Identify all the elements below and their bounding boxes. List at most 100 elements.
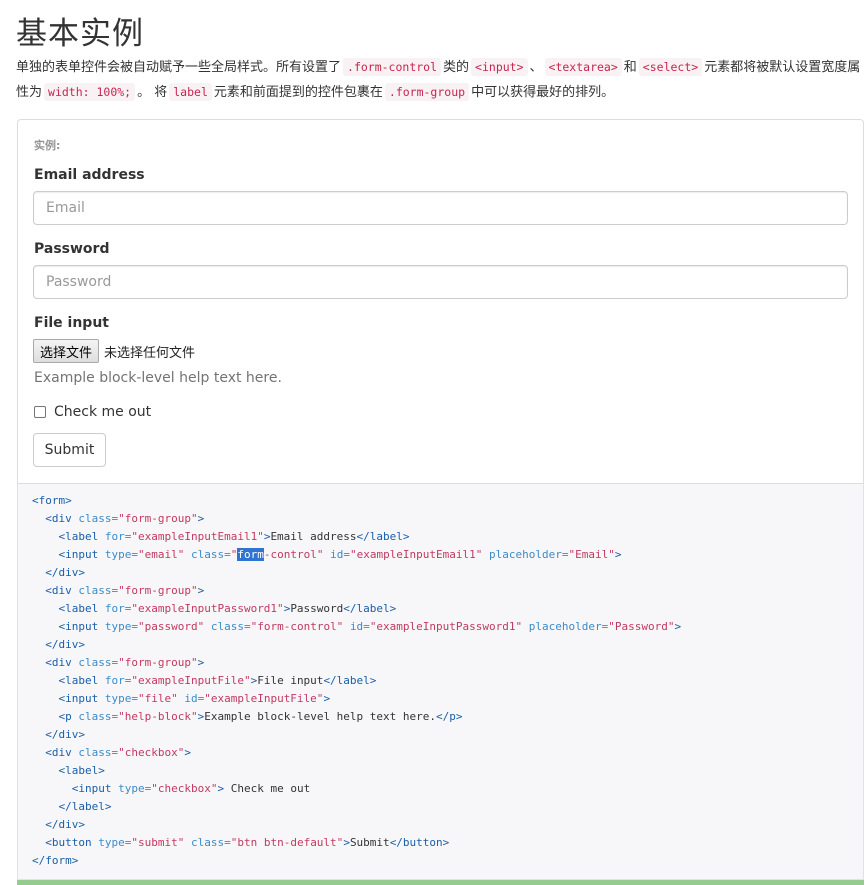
code-line: <label for="exampleInputFile">File input…: [32, 672, 681, 690]
code-token: >: [217, 782, 231, 795]
email-input[interactable]: [33, 191, 848, 225]
code-token: <input: [58, 620, 105, 633]
code-token: "email": [137, 548, 191, 561]
checkbox-row[interactable]: Check me out: [34, 404, 151, 420]
code-token: </label>: [58, 800, 112, 813]
code-token: <div: [45, 746, 79, 759]
code-token: "file": [137, 692, 185, 705]
code-line: </label>: [32, 798, 681, 816]
code-line: <label>: [32, 762, 681, 780]
selected-text: form: [237, 548, 264, 561]
inline-code: <select>: [638, 58, 703, 76]
code-token: -control": [263, 548, 331, 561]
code-token: </button>: [389, 836, 450, 849]
code-token: "form-control": [250, 620, 350, 633]
code-token: <label: [58, 602, 105, 615]
code-token: <label: [58, 530, 105, 543]
code-token: >: [197, 584, 205, 597]
code-token: "password": [137, 620, 211, 633]
code-token: >: [674, 620, 682, 633]
choose-file-button[interactable]: 选择文件: [33, 339, 100, 363]
code-token: File input: [257, 674, 324, 687]
code-token: <input: [58, 692, 105, 705]
code-token: "exampleInputPassword1": [131, 602, 284, 615]
code-token: for=: [104, 530, 132, 543]
code-token: <div: [45, 584, 79, 597]
code-token: </label>: [343, 602, 397, 615]
code-line: <input type="file" id="exampleInputFile"…: [32, 690, 681, 708]
code-line: <form>: [32, 492, 681, 510]
code-token: </div>: [45, 728, 85, 741]
code-token: "checkbox": [118, 746, 185, 759]
code-token: class=: [78, 584, 119, 597]
code-line: <input type="email" class="form-control"…: [32, 546, 681, 564]
code-token: class=: [190, 548, 231, 561]
code-token: type=: [104, 548, 138, 561]
code-token: <label: [58, 674, 105, 687]
code-token: class=: [190, 836, 231, 849]
file-status: 未选择任何文件: [104, 345, 196, 361]
code-token: "form-group": [118, 512, 198, 525]
email-label: Email address: [34, 167, 145, 183]
code-token: </form>: [32, 854, 79, 867]
code-token: type=: [98, 836, 132, 849]
code-token: "Password": [608, 620, 675, 633]
code-token: Example block-level help text here.: [204, 710, 437, 723]
code-line: <div class="form-group">: [32, 654, 681, 672]
code-token: id=: [330, 548, 350, 561]
code-token: "exampleInputEmail1": [349, 548, 490, 561]
code-token: class=: [78, 656, 119, 669]
code-token: for=: [104, 602, 132, 615]
code-token: "form-group": [118, 656, 198, 669]
inline-code: label: [169, 83, 212, 101]
code-token: id=: [184, 692, 205, 705]
inline-code: .form-group: [384, 83, 470, 101]
code-token: "exampleInputFile": [131, 674, 251, 687]
code-line: <div class="form-group">: [32, 510, 681, 528]
code-token: Email address: [270, 530, 357, 543]
code-line: <button type="submit" class="btn btn-def…: [32, 834, 681, 852]
file-input[interactable]: 选择文件 未选择任何文件: [33, 339, 195, 363]
intro-text: 。 将: [137, 85, 168, 100]
code-token: </div>: [45, 566, 85, 579]
submit-button[interactable]: Submit: [33, 433, 106, 467]
code-token: <div: [45, 512, 79, 525]
code-line: <input type="checkbox"> Check me out: [32, 780, 681, 798]
inline-code: <input>: [471, 58, 528, 76]
code-line: <input type="password" class="form-contr…: [32, 618, 682, 636]
code-token: "submit": [131, 836, 191, 849]
password-input[interactable]: [33, 265, 848, 299]
code-token: "Email": [568, 548, 615, 561]
example-panel: 实例: Email address Password File input 选择…: [17, 119, 864, 483]
code-line: </div>: [32, 636, 681, 654]
code-token: <form>: [32, 494, 72, 507]
code-token: Submit: [349, 836, 390, 849]
code-token: <input: [58, 548, 105, 561]
example-label: 实例:: [34, 139, 61, 152]
code-token: </p>: [436, 710, 463, 723]
code-line: <label for="exampleInputPassword1">Passw…: [32, 600, 681, 618]
code-line: </div>: [32, 564, 681, 582]
accent-bar: [17, 880, 864, 885]
file-input-label: File input: [34, 315, 109, 331]
code-lines: <form> <div class="form-group"> <label f…: [32, 492, 681, 870]
checkbox[interactable]: [34, 406, 46, 418]
code-line: </div>: [32, 726, 681, 744]
code-token: class=: [78, 746, 119, 759]
code-token: </label>: [323, 674, 377, 687]
